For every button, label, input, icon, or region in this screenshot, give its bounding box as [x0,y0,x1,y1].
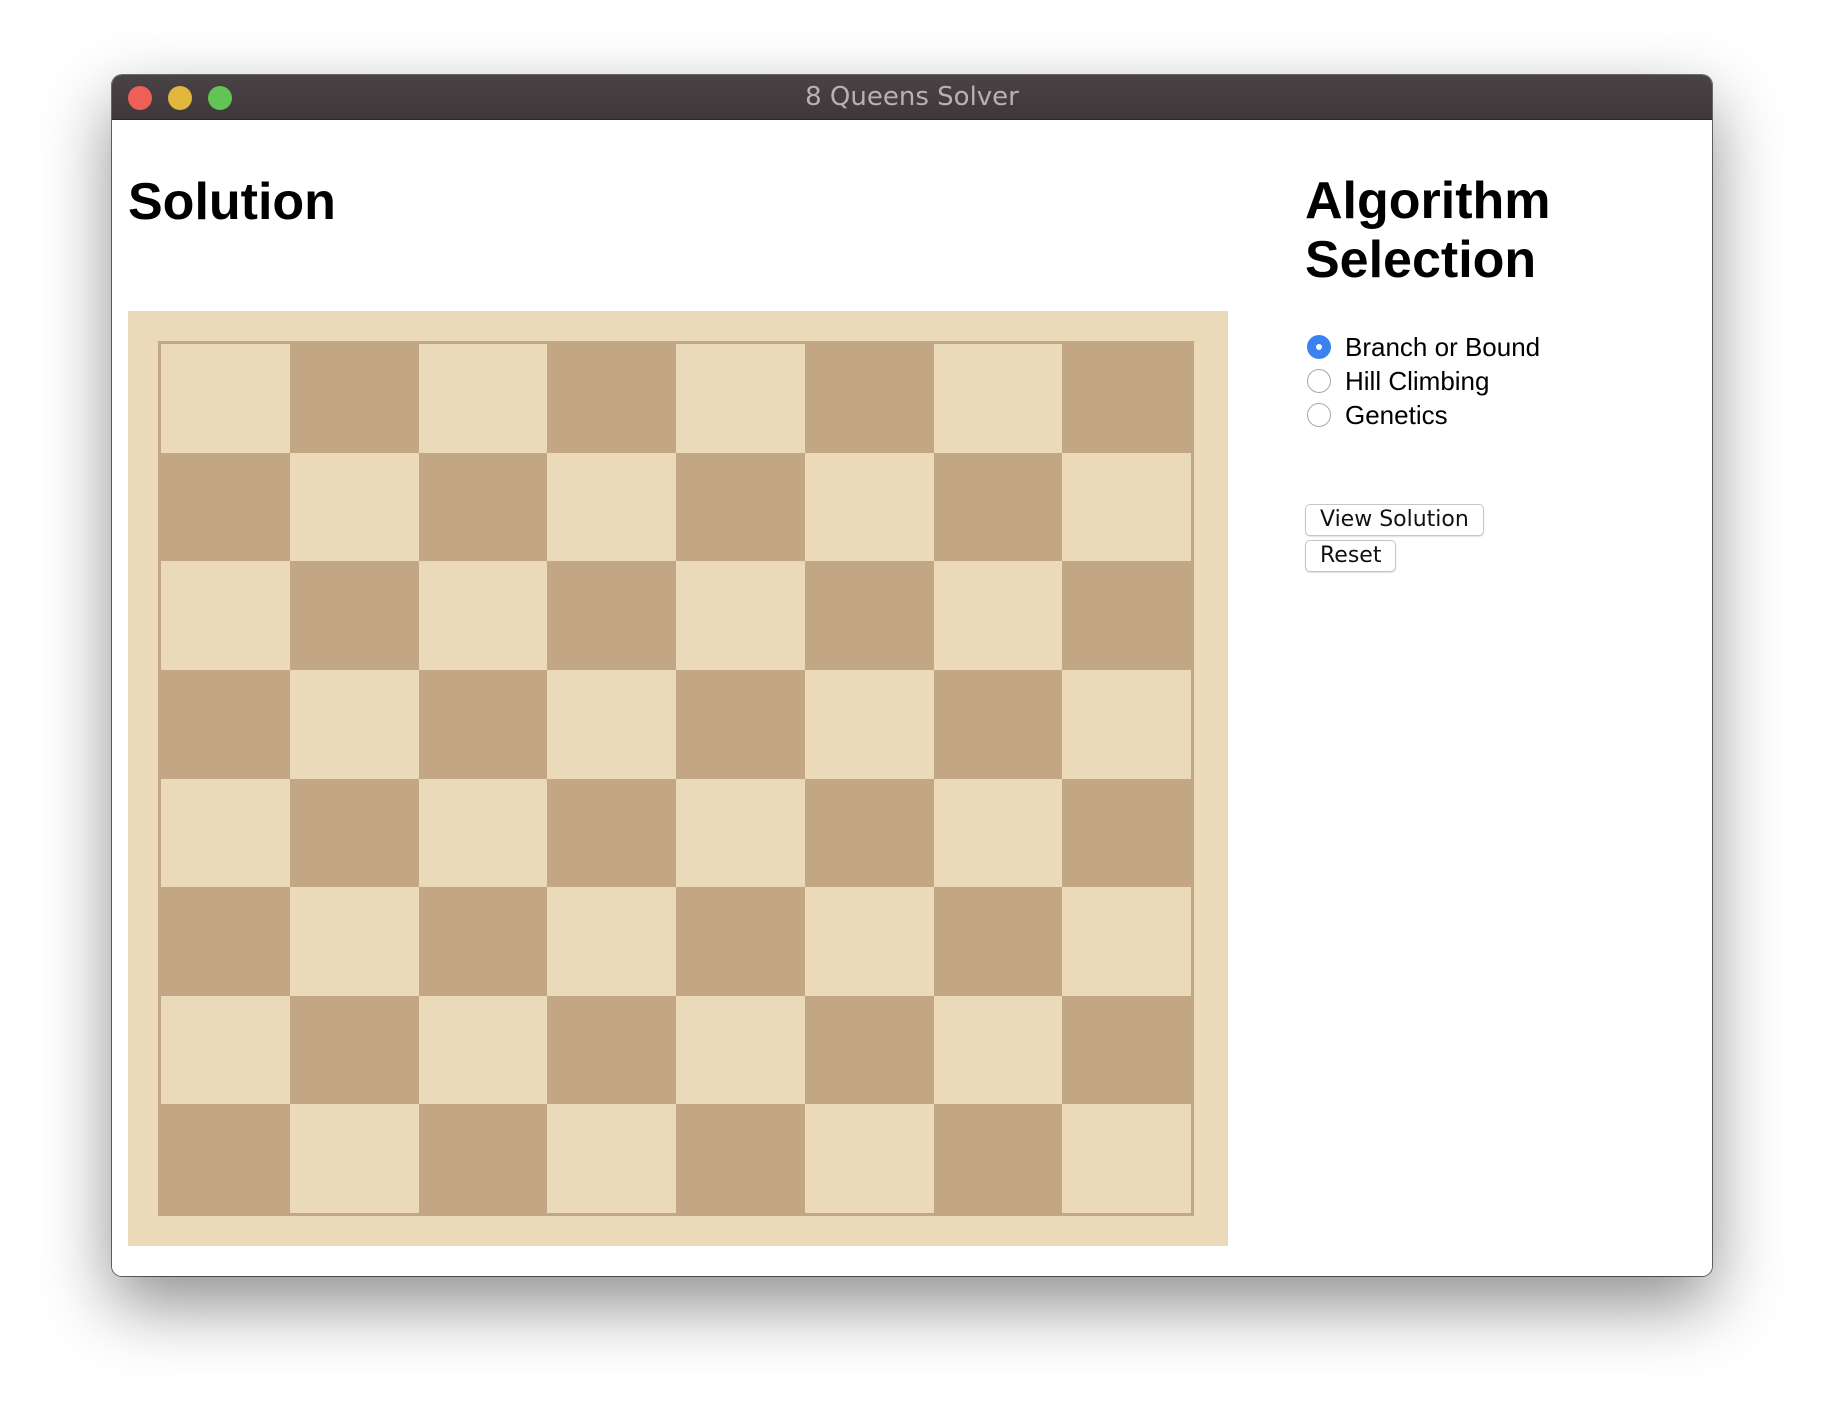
board-square[interactable] [547,995,676,1105]
board-square[interactable] [418,669,548,779]
board-square[interactable] [933,452,1063,562]
board-square[interactable] [289,452,419,562]
board-square[interactable] [933,1104,1063,1213]
board-square[interactable] [418,995,548,1105]
board-square[interactable] [418,887,548,996]
board-square[interactable] [161,778,290,888]
board-square[interactable] [161,452,290,562]
board-square[interactable] [161,887,290,996]
board-square[interactable] [804,561,934,670]
app-window: 8 Queens Solver Solution Algorithm Selec… [112,75,1712,1276]
board-square[interactable] [676,995,805,1105]
board-square[interactable] [547,1104,676,1213]
algorithm-option-label: Genetics [1345,399,1448,430]
board-square[interactable] [804,1104,934,1213]
board-square[interactable] [933,561,1063,670]
board-square[interactable] [804,778,934,888]
radio-button[interactable] [1307,369,1331,393]
board-square[interactable] [933,778,1063,888]
board-square[interactable] [676,344,805,453]
board-square[interactable] [161,669,290,779]
chessboard-grid [161,344,1191,1213]
radio-button[interactable] [1307,403,1331,427]
algorithm-option-label: Branch or Bound [1345,331,1541,362]
board-square[interactable] [804,887,934,996]
board-square[interactable] [289,995,419,1105]
board-square[interactable] [547,561,676,670]
algorithm-option[interactable]: Genetics [1307,398,1540,432]
board-square[interactable] [676,1104,805,1213]
board-square[interactable] [804,344,934,453]
board-square[interactable] [1062,344,1191,453]
solution-heading: Solution [128,173,336,231]
radio-button[interactable] [1307,335,1331,359]
algorithm-option[interactable]: Hill Climbing [1307,364,1540,398]
board-square[interactable] [1062,778,1191,888]
board-square[interactable] [418,1104,548,1213]
board-square[interactable] [933,887,1063,996]
board-square[interactable] [161,344,290,453]
board-square[interactable] [547,669,676,779]
algorithm-radio-group: Branch or Bound Hill Climbing Genetics [1307,330,1540,432]
board-square[interactable] [161,561,290,670]
board-square[interactable] [418,344,548,453]
board-square[interactable] [161,995,290,1105]
board-square[interactable] [1062,1104,1191,1213]
chessboard [158,341,1194,1216]
board-square[interactable] [289,669,419,779]
main-content: Solution Algorithm Selection Branch or B… [112,120,1712,1276]
board-square[interactable] [1062,995,1191,1105]
board-square[interactable] [418,452,548,562]
board-square[interactable] [676,778,805,888]
board-square[interactable] [547,344,676,453]
board-square[interactable] [161,1104,290,1213]
board-square[interactable] [676,561,805,670]
algorithm-option[interactable]: Branch or Bound [1307,330,1540,364]
board-square[interactable] [289,561,419,670]
board-square[interactable] [1062,887,1191,996]
algorithm-selection-heading: Algorithm Selection [1305,172,1551,289]
board-square[interactable] [547,887,676,996]
board-square[interactable] [676,452,805,562]
board-square[interactable] [676,887,805,996]
reset-button[interactable]: Reset [1305,540,1397,572]
chessboard-frame [128,311,1228,1246]
board-square[interactable] [289,778,419,888]
board-square[interactable] [289,344,419,453]
board-square[interactable] [289,1104,419,1213]
board-square[interactable] [804,452,934,562]
board-square[interactable] [418,778,548,888]
board-square[interactable] [933,344,1063,453]
board-square[interactable] [1062,561,1191,670]
view-solution-button[interactable]: View Solution [1305,504,1484,536]
board-square[interactable] [547,778,676,888]
board-square[interactable] [933,669,1063,779]
board-square[interactable] [804,995,934,1105]
algorithm-option-label: Hill Climbing [1345,365,1490,396]
window-title: 8 Queens Solver [805,82,1019,112]
board-square[interactable] [418,561,548,670]
board-square[interactable] [676,669,805,779]
title-bar[interactable]: 8 Queens Solver [112,75,1712,120]
board-square[interactable] [804,669,934,779]
board-square[interactable] [933,995,1063,1105]
board-square[interactable] [1062,452,1191,562]
board-square[interactable] [289,887,419,996]
board-square[interactable] [547,452,676,562]
board-square[interactable] [1062,669,1191,779]
